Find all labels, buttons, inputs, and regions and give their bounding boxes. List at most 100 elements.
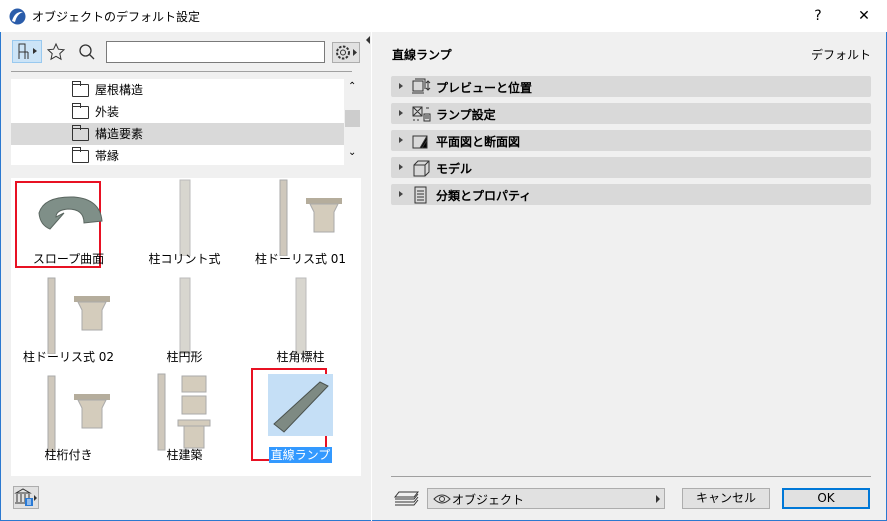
thumbnail-label: 柱角標柱 xyxy=(243,348,358,365)
tree-item-label: 屋根構造 xyxy=(95,83,144,97)
folder-icon xyxy=(72,147,89,163)
view-mode-label: オブジェクト xyxy=(452,493,525,507)
floorplan-section-icon xyxy=(412,135,428,149)
thumbnail-label: 柱円形 xyxy=(127,348,242,365)
section-header[interactable]: プレビューと位置 xyxy=(391,76,871,97)
folder-icon xyxy=(72,125,89,141)
column-capital-thumbnail-image xyxy=(11,375,126,452)
close-button[interactable]: ✕ xyxy=(841,0,887,32)
search-input[interactable] xyxy=(106,41,325,63)
section-header[interactable]: モデル xyxy=(391,157,871,178)
thumbnail-label-text: 柱角標柱 xyxy=(276,350,325,364)
app-logo-icon xyxy=(9,8,26,25)
thumbnail-label-text: 柱桁付き xyxy=(44,448,93,462)
tree-item[interactable]: 構造要素 xyxy=(11,123,344,145)
section-header[interactable]: 平面図と断面図 xyxy=(391,130,871,151)
column-thumbnail-image xyxy=(127,179,242,256)
library-building-icon xyxy=(14,488,37,506)
folder-tree: 屋根構造外装構造要素帯縁 xyxy=(11,79,344,165)
object-thumbnail[interactable]: 柱桁付き xyxy=(11,375,126,476)
window-title: オブジェクトのデフォルト設定 xyxy=(32,10,201,24)
thumbnail-label: 柱ドーリス式 01 xyxy=(243,250,358,267)
help-button[interactable]: ? xyxy=(795,0,841,32)
expand-arrow-icon xyxy=(399,83,403,89)
panel-splitter[interactable] xyxy=(365,32,372,521)
thumbnail-label-text: 柱ドーリス式 02 xyxy=(22,350,115,364)
collapse-arrow-icon[interactable] xyxy=(366,36,370,44)
cancel-button[interactable]: キャンセル xyxy=(682,488,770,509)
thumbnail-label-text: 柱ドーリス式 01 xyxy=(254,252,347,266)
tree-item[interactable]: 帯縁 xyxy=(11,145,344,167)
object-thumbnail[interactable]: 柱ドーリス式 02 xyxy=(11,277,126,378)
tree-item[interactable]: 外装 xyxy=(11,101,344,123)
thumbnail-label: 柱建築 xyxy=(127,446,242,463)
thumbnail-label: 柱コリント式 xyxy=(127,250,242,267)
library-manager-button[interactable] xyxy=(13,486,39,509)
tree-item-label: 構造要素 xyxy=(95,127,144,141)
expand-arrow-icon xyxy=(399,110,403,116)
object-thumbnail[interactable]: 柱角標柱 xyxy=(243,277,358,378)
object-thumbnail-grid: スロープ曲面 柱コリント式 柱ドーリス式 01 柱ドーリス式 02 柱円形 柱角標柱柱桁付… xyxy=(11,178,361,476)
classification-icon xyxy=(414,186,427,204)
selected-object-title: 直線ランプ xyxy=(392,48,452,62)
object-thumbnail[interactable]: スロープ曲面 xyxy=(11,181,126,280)
object-thumbnail[interactable]: 柱コリント式 xyxy=(127,179,242,280)
curved-slope-thumbnail-image xyxy=(11,184,126,248)
ok-button[interactable]: OK xyxy=(782,488,870,509)
favorites-star-icon[interactable] xyxy=(46,42,66,62)
thumbnail-label-text: 柱コリント式 xyxy=(148,252,221,266)
eye-icon xyxy=(433,494,451,504)
tree-item-label: 帯縁 xyxy=(95,149,120,163)
thumbnail-label: スロープ曲面 xyxy=(11,250,126,267)
expand-arrow-icon xyxy=(399,164,403,170)
gear-icon xyxy=(336,45,357,60)
settings-menu-button[interactable] xyxy=(332,42,360,63)
ramp-settings-icon xyxy=(412,106,431,122)
thumbnail-label-text: スロープ曲面 xyxy=(32,252,105,266)
folder-icon xyxy=(72,103,89,119)
title-bar: オブジェクトのデフォルト設定 ? ✕ xyxy=(0,0,887,32)
library-view-button[interactable] xyxy=(12,40,42,63)
expand-arrow-icon xyxy=(399,137,403,143)
thumbnail-label: 直線ランプ xyxy=(243,446,358,463)
tree-item[interactable]: 屋根構造 xyxy=(11,79,344,101)
thumbnail-label-text: 柱円形 xyxy=(166,350,203,364)
expand-arrow-icon xyxy=(399,191,403,197)
folder-icon xyxy=(72,81,89,97)
view-mode-dropdown[interactable]: オブジェクト xyxy=(427,488,665,509)
column-thumbnail-image xyxy=(127,277,242,354)
search-icon[interactable] xyxy=(78,43,96,61)
object-thumbnail[interactable]: 直線ランプ xyxy=(243,368,358,476)
divider xyxy=(391,476,871,477)
thumbnail-label: 柱桁付き xyxy=(11,446,126,463)
chevron-right-icon xyxy=(656,495,660,503)
section-label: モデル xyxy=(436,162,473,176)
model-icon xyxy=(413,160,430,177)
column-multi-thumbnail-image xyxy=(127,373,242,451)
scroll-thumb[interactable] xyxy=(345,110,360,127)
divider xyxy=(11,71,352,72)
column-capital-thumbnail-image xyxy=(11,277,126,354)
column-capital-thumbnail-image xyxy=(243,179,358,256)
section-label: ランプ設定 xyxy=(436,108,496,122)
tree-item-label: 外装 xyxy=(95,105,120,119)
scroll-up-icon[interactable]: ⌃ xyxy=(348,81,356,92)
scroll-down-icon[interactable]: ⌄ xyxy=(348,147,356,158)
section-label: 平面図と断面図 xyxy=(436,135,521,149)
chair-icon xyxy=(18,43,37,59)
column-thumbnail-image xyxy=(243,277,358,354)
preview-position-icon xyxy=(412,78,431,94)
object-thumbnail[interactable]: 柱建築 xyxy=(127,373,242,476)
section-label: プレビューと位置 xyxy=(436,81,533,95)
section-label: 分類とプロパティ xyxy=(436,189,532,203)
default-label: デフォルト xyxy=(810,48,871,62)
object-thumbnail[interactable]: 柱ドーリス式 01 xyxy=(243,179,358,280)
ramp-thumbnail-image xyxy=(243,373,358,437)
thumbnail-label-text: 直線ランプ xyxy=(268,447,333,463)
object-thumbnail[interactable]: 柱円形 xyxy=(127,277,242,378)
layers-icon[interactable] xyxy=(394,490,420,507)
section-header[interactable]: 分類とプロパティ xyxy=(391,184,871,205)
thumbnail-label: 柱ドーリス式 02 xyxy=(11,348,126,365)
section-header[interactable]: ランプ設定 xyxy=(391,103,871,124)
tree-scrollbar[interactable]: ⌃ ⌄ xyxy=(344,79,361,165)
